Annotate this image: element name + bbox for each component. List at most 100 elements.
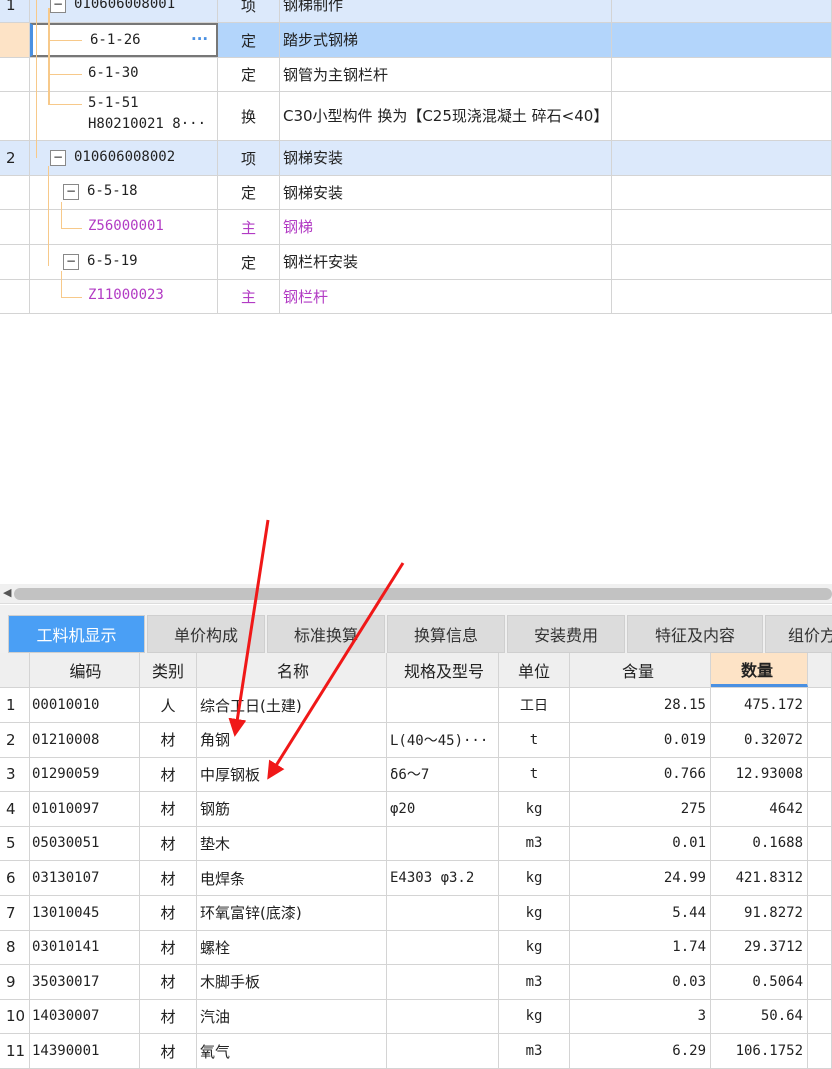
collapse-icon[interactable]: − (50, 150, 66, 166)
content-cell[interactable]: 24.99 (570, 861, 711, 895)
quantity-cell[interactable]: 50.64 (711, 999, 808, 1034)
name-cell[interactable]: 木脚手板 (197, 964, 387, 999)
unit-cell[interactable]: m3 (499, 826, 570, 861)
spec-cell[interactable] (387, 688, 499, 722)
quantity-cell[interactable]: 91.8272 (711, 895, 808, 930)
content-cell[interactable]: 0.766 (570, 757, 711, 792)
tree-row[interactable]: −6-5-19 定 钢栏杆安装 (0, 245, 832, 280)
content-cell[interactable]: 28.15 (570, 688, 711, 722)
unit-cell[interactable]: t (499, 722, 570, 757)
name-cell[interactable]: 电焊条 (197, 861, 387, 895)
tree-row-selected[interactable]: 6-1-26 ··· 定 踏步式钢梯 (0, 23, 832, 58)
category-cell[interactable]: 材 (140, 757, 197, 792)
quantity-cell[interactable]: 4642 (711, 791, 808, 826)
quantity-cell[interactable]: 0.32072 (711, 722, 808, 757)
category-cell[interactable]: 材 (140, 826, 197, 861)
tree-row[interactable]: Z56000001 主 钢梯 (0, 210, 832, 245)
quantity-cell[interactable]: 106.1752 (711, 1034, 808, 1068)
tab-features[interactable]: 特征及内容 (627, 615, 763, 653)
table-row[interactable]: 1 00010010 人综合工日(土建) 工日 28.15 475.172 (0, 688, 832, 723)
tab-pricing[interactable]: 组价方 (765, 615, 832, 653)
name-cell[interactable]: 综合工日(土建) (197, 688, 387, 722)
quantity-cell[interactable]: 12.93008 (711, 757, 808, 792)
code-cell[interactable]: 01010097 (30, 791, 140, 826)
content-cell[interactable]: 6.29 (570, 1034, 711, 1068)
unit-cell[interactable]: kg (499, 895, 570, 930)
table-row[interactable]: 3 01290059 材中厚钢板 δ6～7 t 0.766 12.93008 (0, 757, 832, 793)
content-cell[interactable]: 5.44 (570, 895, 711, 930)
table-row[interactable]: 9 35030017 材木脚手板 m3 0.03 0.5064 (0, 964, 832, 1000)
name-cell[interactable]: 氧气 (197, 1034, 387, 1068)
more-button[interactable]: ··· (191, 30, 208, 48)
spec-cell[interactable]: E4303 φ3.2 (387, 861, 499, 895)
tab-unit-price[interactable]: 单价构成 (147, 615, 265, 653)
tree-row[interactable]: −6-5-18 定 钢梯安装 (0, 176, 832, 210)
tab-conversion-info[interactable]: 换算信息 (387, 615, 505, 653)
code-cell[interactable]: 13010045 (30, 895, 140, 930)
name-cell[interactable]: 中厚钢板 (197, 757, 387, 792)
code-cell[interactable]: 01210008 (30, 722, 140, 757)
quantity-cell[interactable]: 29.3712 (711, 930, 808, 965)
name-cell[interactable]: 角钢 (197, 722, 387, 757)
category-cell[interactable]: 材 (140, 964, 197, 999)
content-cell[interactable]: 1.74 (570, 930, 711, 965)
table-row[interactable]: 8 03010141 材螺栓 kg 1.74 29.3712 (0, 930, 832, 966)
category-cell[interactable]: 材 (140, 895, 197, 930)
spec-cell[interactable] (387, 1034, 499, 1068)
unit-cell[interactable]: kg (499, 791, 570, 826)
code-cell[interactable]: 14390001 (30, 1034, 140, 1068)
spec-cell[interactable] (387, 964, 499, 999)
category-cell[interactable]: 材 (140, 999, 197, 1034)
code-cell[interactable]: 00010010 (30, 688, 140, 722)
spec-cell[interactable]: δ6～7 (387, 757, 499, 792)
horizontal-scrollbar[interactable]: ◀ (0, 584, 832, 604)
code-cell[interactable]: 03130107 (30, 861, 140, 895)
tree-row[interactable]: 2 −010606008002 项 钢梯安装 (0, 141, 832, 176)
spec-cell[interactable] (387, 930, 499, 965)
category-cell[interactable]: 人 (140, 688, 197, 722)
collapse-icon[interactable]: − (63, 184, 79, 200)
collapse-icon[interactable]: − (50, 0, 66, 13)
code-cell[interactable]: 03010141 (30, 930, 140, 965)
tab-install-fee[interactable]: 安装费用 (507, 615, 625, 653)
tree-row[interactable]: 6-1-30 定 钢管为主钢栏杆 (0, 58, 832, 92)
content-cell[interactable]: 275 (570, 791, 711, 826)
scroll-left-icon[interactable]: ◀ (3, 586, 11, 599)
content-cell[interactable]: 3 (570, 999, 711, 1034)
tree-row[interactable]: Z11000023 主 钢栏杆 (0, 280, 832, 314)
unit-cell[interactable]: kg (499, 930, 570, 965)
quantity-cell[interactable]: 421.8312 (711, 861, 808, 895)
tab-standard-conversion[interactable]: 标准换算 (267, 615, 385, 653)
code-cell[interactable]: 01290059 (30, 757, 140, 792)
name-cell[interactable]: 环氧富锌(底漆) (197, 895, 387, 930)
table-row[interactable]: 4 01010097 材钢筋 φ20 kg 275 4642 (0, 791, 832, 827)
name-cell[interactable]: 钢筋 (197, 791, 387, 826)
spec-cell[interactable] (387, 826, 499, 861)
category-cell[interactable]: 材 (140, 861, 197, 895)
unit-cell[interactable]: t (499, 757, 570, 792)
spec-cell[interactable] (387, 895, 499, 930)
name-cell[interactable]: 垫木 (197, 826, 387, 861)
code-cell[interactable]: 14030007 (30, 999, 140, 1034)
quantity-cell[interactable]: 0.1688 (711, 826, 808, 861)
unit-cell[interactable]: m3 (499, 1034, 570, 1068)
quantity-cell[interactable]: 0.5064 (711, 964, 808, 999)
name-cell[interactable]: 汽油 (197, 999, 387, 1034)
content-cell[interactable]: 0.019 (570, 722, 711, 757)
spec-cell[interactable] (387, 999, 499, 1034)
tab-labor-material-machine[interactable]: 工料机显示 (8, 615, 145, 653)
code-cell[interactable]: 05030051 (30, 826, 140, 861)
table-row[interactable]: 5 05030051 材垫木 m3 0.01 0.1688 (0, 826, 832, 862)
tree-row[interactable]: 1 −010606008001 项 钢梯制作 (0, 0, 832, 23)
scrollbar-thumb[interactable] (14, 588, 832, 600)
content-cell[interactable]: 0.01 (570, 826, 711, 861)
category-cell[interactable]: 材 (140, 1034, 197, 1068)
unit-cell[interactable]: kg (499, 999, 570, 1034)
table-row[interactable]: 11 14390001 材氧气 m3 6.29 106.1752 (0, 1034, 832, 1069)
table-row[interactable]: 6 03130107 材电焊条 E4303 φ3.2 kg 24.99 421.8312 (0, 861, 832, 896)
spec-cell[interactable]: L(40～45)··· (387, 722, 499, 757)
tree-row[interactable]: 5-1-51 H80210021 8··· 换 C30小型构件 换为【C25现浇混… (0, 92, 832, 141)
quantity-cell[interactable]: 475.172 (711, 688, 808, 722)
table-row[interactable]: 7 13010045 材环氧富锌(底漆) kg 5.44 91.8272 (0, 895, 832, 931)
category-cell[interactable]: 材 (140, 791, 197, 826)
